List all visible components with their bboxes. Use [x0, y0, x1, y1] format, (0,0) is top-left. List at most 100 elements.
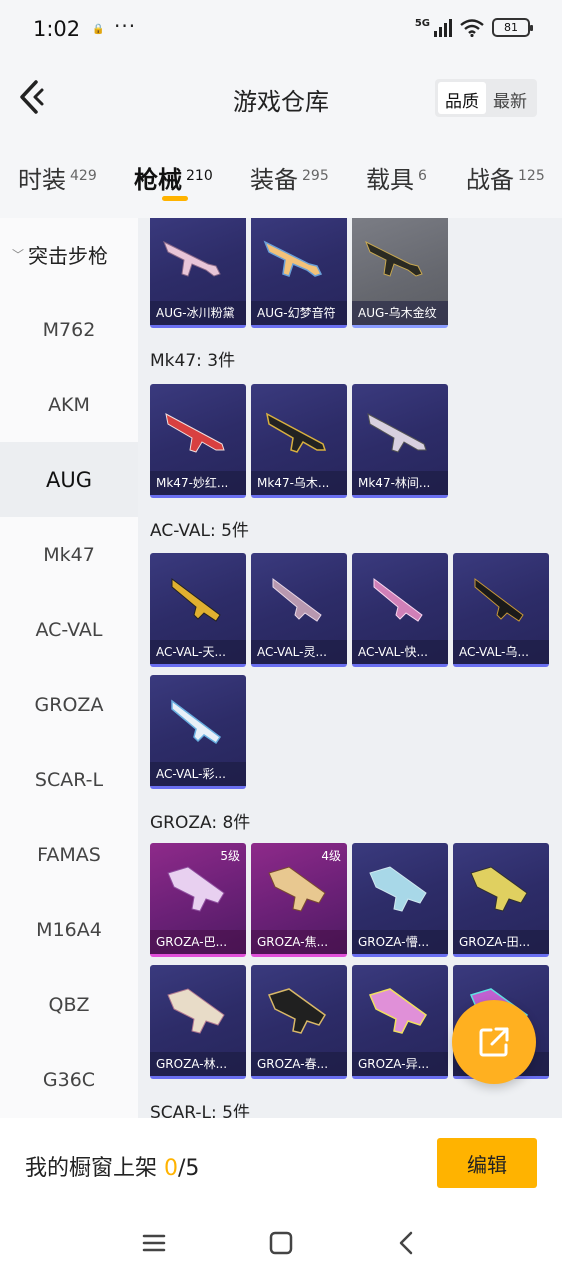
notification-dots-icon: ··· — [114, 14, 137, 38]
skin-card[interactable]: 4级 GROZA-焦... — [251, 843, 347, 957]
tab-equipment[interactable]: 装备 295 — [250, 160, 329, 195]
rifle-image — [369, 866, 427, 912]
tab-vehicles[interactable]: 载具 6 — [366, 160, 427, 195]
skin-name: AUG-冰川粉黛 — [150, 301, 246, 325]
tab-label: 战备 — [466, 166, 514, 194]
group-title-groza: GROZA: 8件 — [150, 813, 251, 833]
sidebar-section-label: 突击步枪 — [28, 244, 109, 268]
tab-count: 429 — [70, 168, 97, 184]
sidebar-item-famas[interactable]: FAMAS — [0, 817, 138, 892]
tab-label: 枪械 — [134, 166, 182, 194]
rifle-image — [167, 988, 225, 1034]
share-button[interactable] — [452, 1000, 536, 1084]
skin-card[interactable]: 5级 GROZA-巴... — [150, 843, 246, 957]
nav-back-icon[interactable] — [392, 1228, 422, 1258]
rifle-image — [368, 988, 427, 1034]
skin-card[interactable]: AC-VAL-快... — [352, 553, 448, 667]
group-title-scarl: SCAR-L: 5件 — [150, 1103, 250, 1118]
skin-card[interactable]: Mk47-林间... — [352, 384, 448, 498]
weapon-grid: AUG-冰川粉黛 AUG-幻梦音符 AUG-乌木金纹 Mk47: 3件 Mk47… — [138, 218, 562, 1118]
tab-count: 295 — [302, 168, 329, 184]
sort-newest-button[interactable]: 最新 — [486, 82, 534, 114]
skin-name: AC-VAL-乌... — [453, 640, 549, 664]
sort-toggle: 品质 最新 — [435, 79, 537, 117]
tab-count: 125 — [518, 168, 545, 184]
rifle-image — [267, 988, 326, 1034]
sidebar-item-scarl[interactable]: SCAR-L — [0, 742, 138, 817]
skin-name: AUG-幻梦音符 — [251, 301, 347, 325]
battery-level: 81 — [504, 21, 518, 34]
tab-label: 装备 — [250, 166, 298, 194]
skin-name: Mk47-妙红... — [150, 471, 246, 495]
showcase-label: 我的橱窗上架 — [25, 1156, 164, 1181]
sidebar-item-groza[interactable]: GROZA — [0, 667, 138, 742]
skin-card[interactable]: AUG-幻梦音符 — [251, 218, 347, 328]
skin-card[interactable]: AC-VAL-彩... — [150, 675, 246, 789]
wifi-icon — [460, 18, 484, 37]
sidebar-item-aug[interactable]: AUG — [0, 442, 138, 517]
skin-card[interactable]: Mk47-妙红... — [150, 384, 246, 498]
chevron-down-icon: ﹀ — [12, 248, 25, 262]
skin-card[interactable]: GROZA-懵... — [352, 843, 448, 957]
tab-supplies[interactable]: 战备 125 — [466, 160, 545, 195]
skin-name: AC-VAL-快... — [352, 640, 448, 664]
system-nav-bar — [0, 1210, 562, 1280]
skin-card[interactable]: AC-VAL-乌... — [453, 553, 549, 667]
rifle-image — [268, 866, 326, 912]
sort-quality-button[interactable]: 品质 — [438, 82, 486, 114]
network-type: 5G — [414, 18, 430, 29]
status-bar: 1:02 🔒 ··· 5G 81 — [0, 0, 562, 60]
rifle-image — [163, 240, 221, 277]
skin-card[interactable]: GROZA-异... — [352, 965, 448, 1079]
sidebar-item-m762[interactable]: M762 — [0, 292, 138, 367]
sidebar-item-g36c[interactable]: G36C — [0, 1042, 138, 1117]
rifle-image — [365, 240, 423, 277]
edit-button[interactable]: 编辑 — [437, 1138, 537, 1188]
skin-name: GROZA-巴... — [150, 930, 246, 954]
weapon-sidebar: ﹀ 突击步枪 M762 AKM AUG Mk47 AC-VAL GROZA SC… — [0, 218, 138, 1118]
skin-card[interactable]: GROZA-田... — [453, 843, 549, 957]
home-square-icon[interactable] — [266, 1228, 296, 1258]
rifle-image — [272, 578, 322, 622]
sidebar-item-qbz[interactable]: QBZ — [0, 967, 138, 1042]
tab-count: 210 — [186, 168, 213, 184]
skin-card[interactable]: GROZA-春... — [251, 965, 347, 1079]
skin-name: GROZA-林... — [150, 1052, 246, 1076]
tab-firearms[interactable]: 枪械 210 — [134, 160, 213, 195]
rifle-image — [474, 578, 524, 622]
skin-card[interactable]: AUG-冰川粉黛 — [150, 218, 246, 328]
sidebar-section-header[interactable]: ﹀ 突击步枪 — [12, 240, 108, 269]
skin-name: AUG-乌木金纹 — [352, 301, 448, 325]
app-header: 游戏仓库 品质 最新 — [0, 60, 562, 140]
rifle-image — [263, 240, 323, 277]
tab-count: 6 — [418, 168, 427, 184]
menu-icon[interactable] — [139, 1228, 169, 1258]
skin-card[interactable]: AC-VAL-天... — [150, 553, 246, 667]
group-title-acval: AC-VAL: 5件 — [150, 521, 249, 541]
skin-card[interactable]: Mk47-乌木... — [251, 384, 347, 498]
rifle-image — [470, 866, 528, 912]
tab-fashion[interactable]: 时装 429 — [18, 160, 97, 195]
showcase-status: 我的橱窗上架 0/5 — [25, 1150, 199, 1182]
rifle-image — [171, 699, 222, 745]
skin-name: Mk47-林间... — [352, 471, 448, 495]
skin-name: GROZA-焦... — [251, 930, 347, 954]
sidebar-item-mk47[interactable]: Mk47 — [0, 517, 138, 592]
skin-card[interactable]: AUG-乌木金纹 — [352, 218, 448, 328]
sidebar-item-m16a4[interactable]: M16A4 — [0, 892, 138, 967]
rifle-image — [165, 413, 225, 453]
sidebar-item-acval[interactable]: AC-VAL — [0, 592, 138, 667]
skin-card[interactable]: GROZA-林... — [150, 965, 246, 1079]
skin-name: GROZA-异... — [352, 1052, 448, 1076]
sidebar-item-akm[interactable]: AKM — [0, 367, 138, 442]
group-title-mk47: Mk47: 3件 — [150, 351, 236, 371]
rifle-image — [171, 578, 221, 622]
skin-name: Mk47-乌木... — [251, 471, 347, 495]
skin-card[interactable]: AC-VAL-灵... — [251, 553, 347, 667]
tab-label: 载具 — [366, 166, 414, 194]
showcase-bar: 我的橱窗上架 0/5 编辑 — [0, 1118, 562, 1210]
battery-icon: 81 — [492, 18, 533, 37]
status-time: 1:02 — [33, 17, 81, 41]
rifle-image — [367, 413, 427, 453]
skin-name: GROZA-春... — [251, 1052, 347, 1076]
